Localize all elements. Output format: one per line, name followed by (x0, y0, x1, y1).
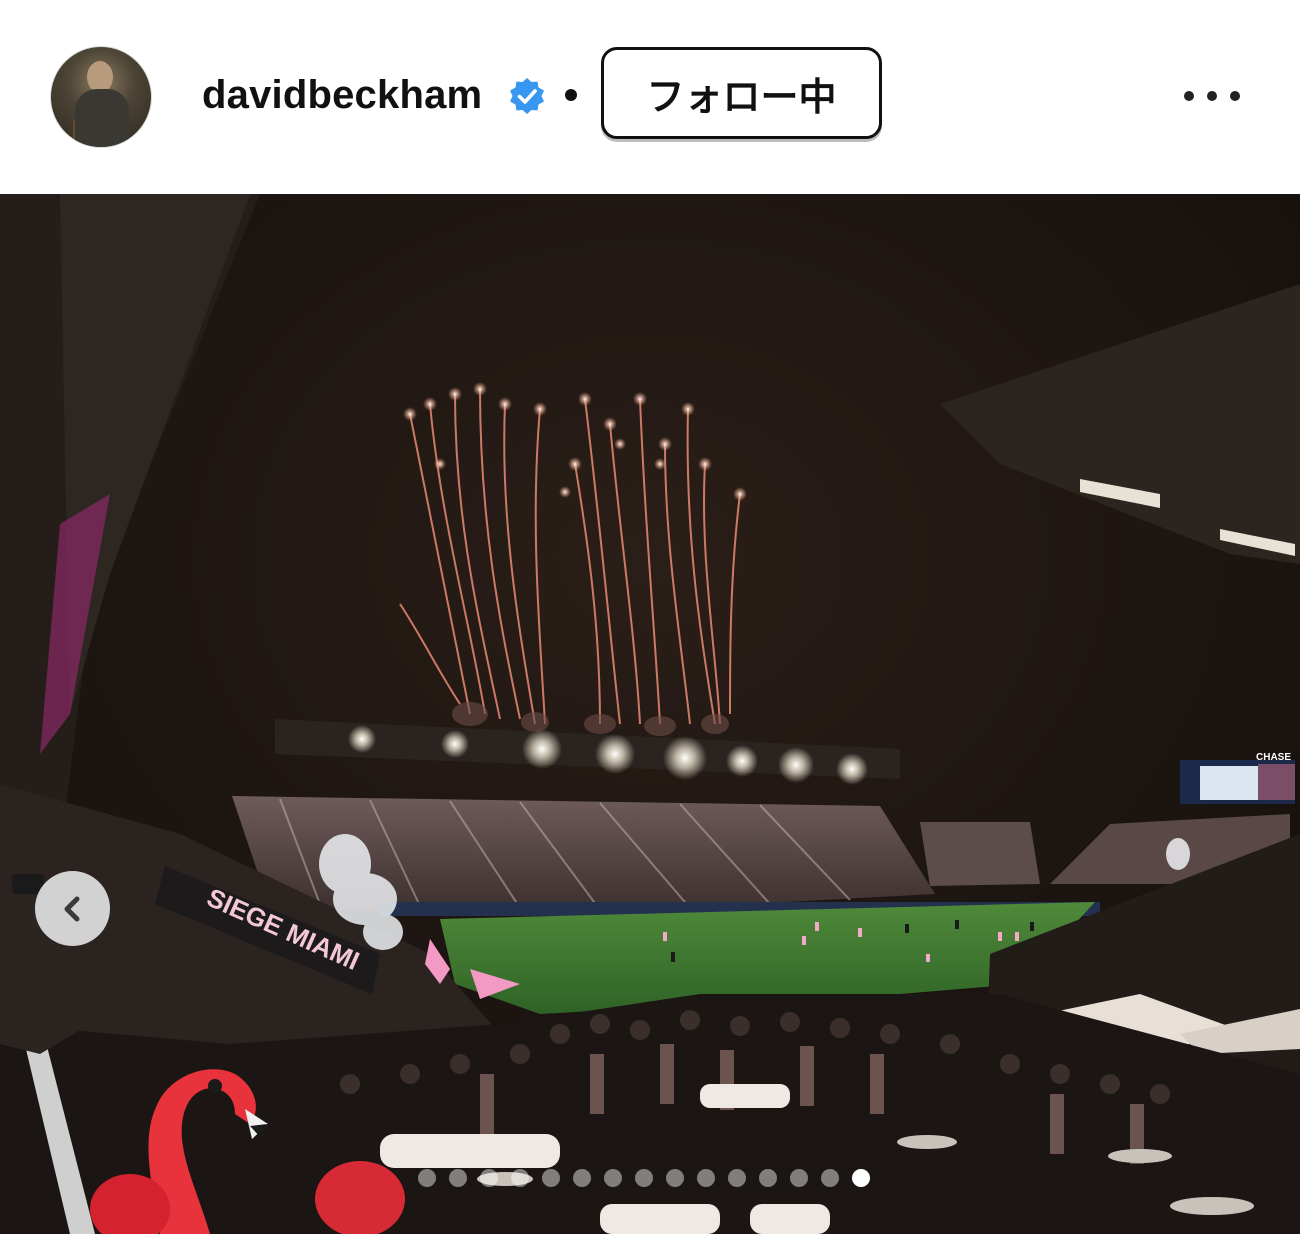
carousel-dot (635, 1169, 653, 1187)
profile-avatar[interactable] (50, 46, 152, 148)
carousel-dot (697, 1169, 715, 1187)
carousel-dot (666, 1169, 684, 1187)
carousel-dot (604, 1169, 622, 1187)
carousel-dot (449, 1169, 467, 1187)
following-button[interactable]: フォロー中 (601, 47, 882, 139)
carousel-dot (573, 1169, 591, 1187)
sponsor-sign: CHASE (1256, 752, 1291, 763)
separator-dot (565, 89, 577, 101)
stadium-fireworks-image: CHASE SIEGE MIAMI (0, 194, 1300, 1234)
carousel-previous-button[interactable] (35, 871, 110, 946)
carousel-dot (790, 1169, 808, 1187)
carousel-dot (511, 1169, 529, 1187)
verified-badge-icon (510, 78, 544, 114)
carousel-dot-active (852, 1169, 870, 1187)
carousel-dot (418, 1169, 436, 1187)
carousel-indicator (418, 1168, 870, 1188)
carousel-dot (480, 1169, 498, 1187)
post-photo[interactable]: CHASE SIEGE MIAMI (0, 194, 1300, 1234)
carousel-dot (542, 1169, 560, 1187)
more-options-icon[interactable] (1184, 86, 1240, 106)
chevron-left-icon (64, 896, 79, 921)
username-link[interactable]: davidbeckham (202, 72, 482, 118)
carousel-dot (821, 1169, 839, 1187)
carousel-dot (759, 1169, 777, 1187)
carousel-dot (728, 1169, 746, 1187)
post-bottom-edge (0, 1234, 1300, 1259)
post-header: davidbeckham フォロー中 (0, 0, 1300, 194)
